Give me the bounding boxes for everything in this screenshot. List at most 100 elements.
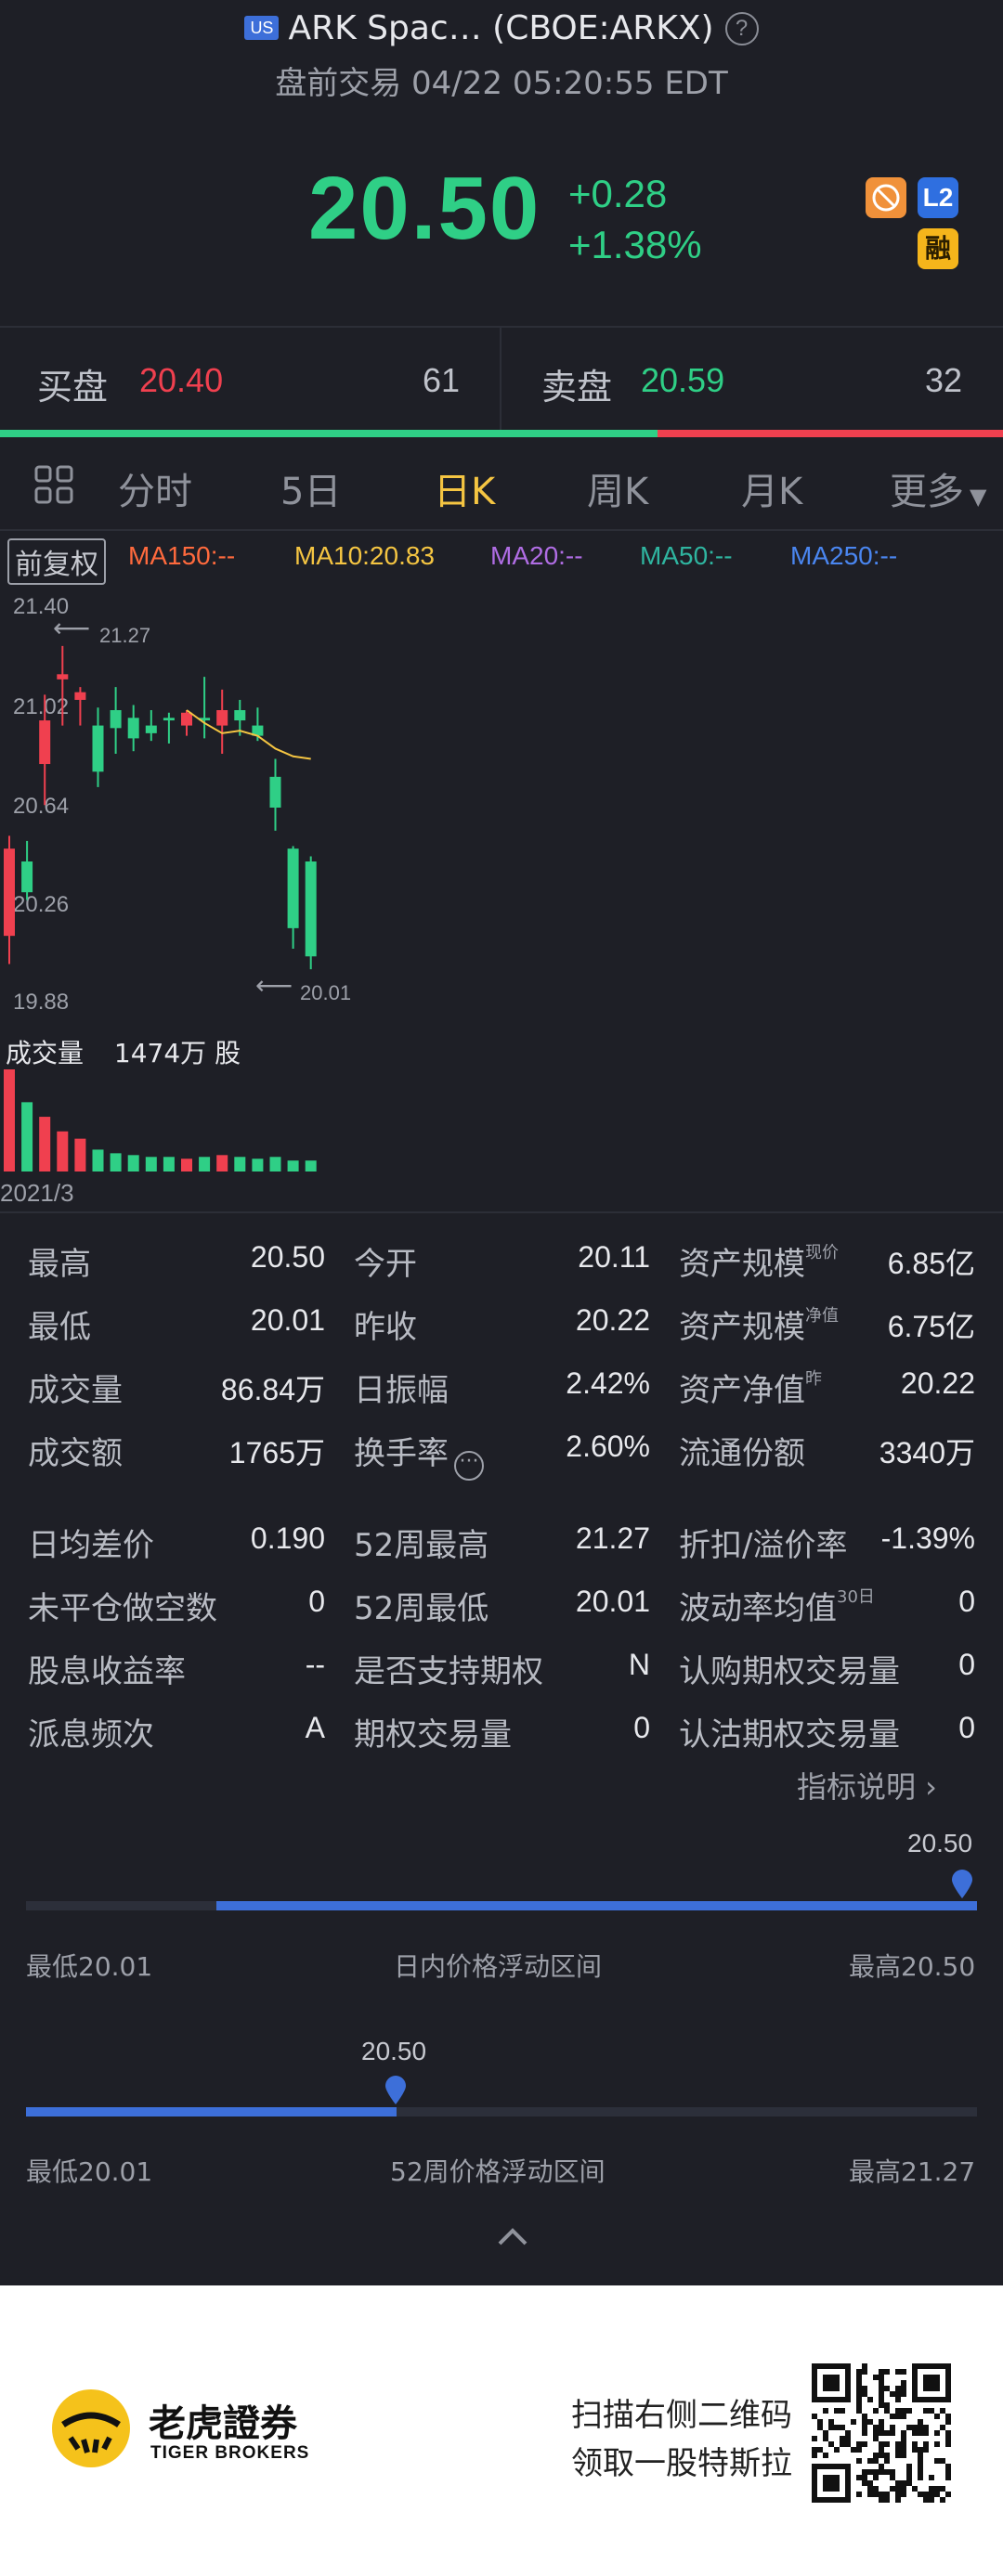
stat-value: 0 <box>958 1648 975 1681</box>
stat-label-text: 认沽期权交易量 <box>679 1716 900 1754</box>
stat-value: 1765万 <box>228 1436 325 1469</box>
stat-value: 3340万 <box>879 1436 975 1469</box>
week52-range-high: 最高21.27 <box>849 2156 976 2187</box>
ask-label: 卖盘 <box>541 367 613 408</box>
week52-range-fill <box>26 2107 397 2116</box>
stat-label: 资产净值昨 <box>679 1365 822 1410</box>
volume-label: 成交量 <box>6 1038 85 1068</box>
promo-line-2: 领取一股特斯拉 <box>571 2445 792 2482</box>
volume-bar <box>39 1117 51 1171</box>
stat-label-text: 流通份额 <box>679 1435 805 1472</box>
candle-body <box>287 848 299 928</box>
bid-price[interactable]: 20.40 <box>139 361 223 400</box>
stat-value: N <box>628 1648 650 1681</box>
candle-body <box>4 848 15 937</box>
promo-line-1: 扫描右侧二维码 <box>571 2397 792 2434</box>
volume-bar <box>181 1159 192 1171</box>
candle <box>216 689 228 754</box>
tab-5day[interactable]: 5日 <box>280 461 341 515</box>
day-range-current: 20.50 <box>907 1829 973 1858</box>
stat-value: 20.50 <box>250 1240 325 1274</box>
volume-bar <box>269 1157 281 1171</box>
week52-range-low: 最低20.01 <box>26 2156 153 2187</box>
stat-label-text: 资产规模 <box>679 1246 805 1283</box>
stat-label-note: 净值 <box>805 1306 839 1326</box>
candle <box>57 645 69 726</box>
more-dots-icon[interactable]: ··· <box>454 1451 484 1481</box>
candle <box>110 687 122 754</box>
volume-bar <box>74 1138 86 1171</box>
stat-label: 最高 <box>28 1238 91 1284</box>
tiger-logo-icon <box>50 2388 132 2473</box>
stat-label-text: 换手率 <box>354 1435 449 1472</box>
qr-code-icon[interactable] <box>812 2363 951 2503</box>
stat-label-text: 资产净值 <box>679 1372 805 1409</box>
stat-label: 日振幅 <box>354 1365 449 1410</box>
stat-value: 0 <box>958 1711 975 1744</box>
day-range-marker-icon <box>950 1868 974 1903</box>
stat-value: 2.60% <box>566 1430 650 1463</box>
volume-bar <box>21 1102 33 1171</box>
stat-label-text: 昨收 <box>354 1309 417 1346</box>
stat-label-text: 成交额 <box>28 1435 123 1472</box>
candle <box>287 846 299 949</box>
candle <box>163 712 175 744</box>
tab-weekly-k[interactable]: 周K <box>587 461 648 515</box>
stat-label-note: 30日 <box>837 1587 875 1607</box>
tab-monthly-k[interactable]: 月K <box>741 461 802 515</box>
level2-badge[interactable]: L2 <box>918 177 958 218</box>
candle-body <box>110 710 122 729</box>
no-shorting-icon[interactable] <box>866 177 906 218</box>
stat-label: 52周最低 <box>354 1583 488 1628</box>
stat-value: 21.27 <box>575 1521 650 1555</box>
candle <box>127 705 139 752</box>
day-range-fill <box>215 1901 977 1910</box>
indicator-help-link[interactable]: 指标说明 › <box>797 1764 937 1806</box>
candle-body <box>234 710 246 721</box>
brand-name-cn: 老虎證券 <box>149 2402 297 2445</box>
stat-label: 流通份额 <box>679 1428 805 1473</box>
ask-size: 32 <box>925 361 963 399</box>
volume-bar <box>305 1160 317 1171</box>
bid-volume-bar <box>0 430 658 437</box>
help-icon[interactable]: ? <box>724 12 759 45</box>
stat-label: 今开 <box>354 1238 417 1284</box>
tab-intraday[interactable]: 分时 <box>118 461 192 515</box>
day-range-track <box>26 1901 977 1910</box>
tab-more-label: 更多 <box>890 471 964 513</box>
market-badge: US <box>244 16 280 40</box>
stat-value: A <box>305 1711 325 1744</box>
volume-bar <box>127 1155 139 1171</box>
ask-price[interactable]: 20.59 <box>641 361 724 400</box>
stat-value: 20.22 <box>575 1303 650 1337</box>
candle-body <box>74 692 86 700</box>
collapse-chevron-icon[interactable] <box>497 2226 528 2250</box>
last-price: 20.50 <box>308 159 541 258</box>
stat-label-text: 认购期权交易量 <box>679 1653 900 1690</box>
ma250-value: MA250:-- <box>790 541 898 570</box>
stat-label: 日均差价 <box>28 1520 154 1565</box>
week52-range-marker-icon <box>384 2074 408 2109</box>
stat-label: 52周最高 <box>354 1520 488 1565</box>
tab-more[interactable]: 更多 ▼ <box>890 461 986 515</box>
tab-daily-k[interactable]: 日K <box>434 461 495 515</box>
day-range-low: 最低20.01 <box>26 1951 153 1982</box>
volume-bar <box>163 1157 175 1171</box>
candle-body <box>92 725 104 772</box>
candle <box>305 856 317 970</box>
candle-body <box>163 718 175 721</box>
candle <box>4 835 15 964</box>
stat-label-text: 最低 <box>28 1309 91 1346</box>
candle-body <box>216 710 228 726</box>
stat-value: 2.42% <box>566 1366 650 1400</box>
candle-body <box>21 861 33 893</box>
stat-value: 86.84万 <box>220 1373 325 1406</box>
stat-label-text: 日振幅 <box>354 1372 449 1409</box>
margin-badge[interactable]: 融 <box>918 228 958 269</box>
candlestick-chart[interactable] <box>0 585 1003 1021</box>
stat-label: 认沽期权交易量 <box>679 1709 900 1754</box>
adjust-button[interactable]: 前复权 <box>7 538 106 585</box>
grid-layout-icon[interactable] <box>33 464 74 509</box>
stat-label: 换手率 ··· <box>354 1428 484 1481</box>
volume-bar <box>216 1155 228 1171</box>
